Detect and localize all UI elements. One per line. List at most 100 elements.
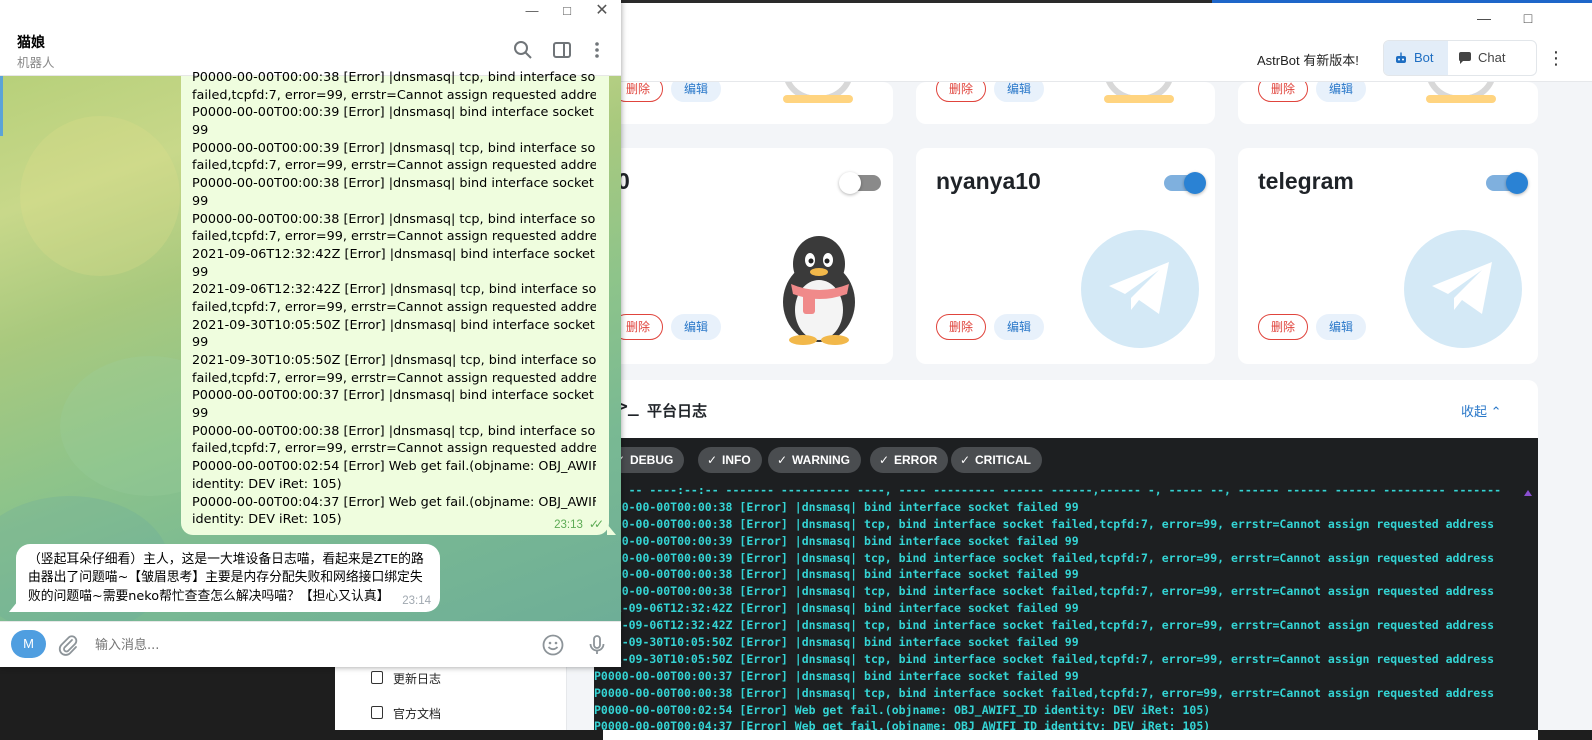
bot-card-top-2: 删除 编辑: [916, 82, 1215, 124]
message-line: P0000-00-00T00:00:38 [Error] |dnsmasq| t…: [192, 70, 596, 85]
telegram-logo-icon: [1404, 230, 1522, 348]
bot-name: telegram: [1258, 168, 1354, 194]
emoji-icon[interactable]: [541, 633, 565, 657]
message-text: （竖起耳朵仔细看）主人，这是一大堆设备日志喵，看起来是ZTE的路 由器出了问题喵~…: [28, 551, 430, 606]
tab-bot[interactable]: Bot: [1384, 41, 1448, 75]
filter-warning[interactable]: ✓ WARNING: [768, 447, 861, 473]
message-line: 2021-09-30T10:05:50Z [Error] |dnsmasq| t…: [192, 353, 596, 368]
log-line: 2021-09-06T12:32:42Z [Error] |dnsmasq| t…: [594, 618, 1495, 633]
bot-card-telegram: telegram 删除 编辑: [1238, 148, 1538, 364]
microphone-icon[interactable]: [585, 633, 609, 657]
penguin-feet: [1104, 95, 1174, 103]
penguin-feet: [783, 95, 853, 103]
sidebar-item-label: 更新日志: [393, 672, 442, 686]
telegram-titlebar: — □ ✕: [0, 0, 621, 24]
log-line: P0000-00-00T00:00:38 [Error] |dnsmasq| t…: [594, 584, 1495, 599]
message-line: failed,tcpfd:7, error=99, errstr=Cannot …: [192, 441, 596, 457]
log-line: 2021-09-30T10:05:50Z [Error] |dnsmasq| t…: [594, 651, 1495, 666]
maximize-icon[interactable]: □: [557, 2, 577, 20]
message-time: 23:13: [554, 519, 583, 531]
bot-enable-toggle[interactable]: [1486, 172, 1528, 194]
message-line: 99: [192, 335, 209, 351]
log-output: ---- -- ----:--:-- ------- ---------- --…: [594, 482, 1538, 730]
telegram-logo-icon: [1081, 230, 1199, 348]
message-line: 99: [192, 123, 209, 139]
chat-name: 猫娘: [17, 34, 45, 50]
message-input[interactable]: [95, 634, 515, 656]
sidebar-item-docs[interactable]: 官方文档: [371, 705, 441, 722]
check-icon: ✓: [707, 453, 718, 467]
message-line: P0000-00-00T00:04:37 [Error] Web get fai…: [192, 494, 596, 510]
sidebar-item-changelog[interactable]: 更新日志: [371, 670, 441, 687]
delete-button[interactable]: 删除: [936, 314, 986, 340]
message-line: failed,tcpfd:7, error=99, errstr=Cannot …: [192, 370, 596, 386]
more-vertical-icon[interactable]: [586, 39, 608, 61]
message-text: P0000-00-00T00:00:38 [Error] |dnsmasq| t…: [192, 69, 596, 529]
check-icon: ✓: [777, 453, 788, 467]
chat-bubble-icon: [1459, 52, 1471, 64]
minimize-icon[interactable]: —: [522, 2, 542, 20]
telegram-window: — □ ✕ 猫娘 机器人 P0000-00-00T00:00:38 [Error…: [0, 0, 621, 667]
incoming-message[interactable]: （竖起耳朵仔细看）主人，这是一大堆设备日志喵，看起来是ZTE的路 由器出了问题喵~…: [9, 544, 440, 612]
filter-error[interactable]: ✓ ERROR: [870, 447, 949, 473]
chat-status: 机器人: [17, 56, 55, 70]
bot-card-nyanya10: nyanya10 删除 编辑: [916, 148, 1215, 364]
log-line: P0000-00-00T00:00:39 [Error] |dnsmasq| b…: [594, 533, 1079, 548]
delete-button[interactable]: 删除: [1258, 314, 1308, 340]
edit-button[interactable]: 编辑: [1316, 82, 1366, 102]
message-line: failed,tcpfd:7, error=99, errstr=Cannot …: [192, 229, 596, 245]
log-line: P0000-00-00T00:00:38 [Error] |dnsmasq| b…: [594, 567, 1079, 582]
bot-card-top-3: 删除 编辑: [1238, 82, 1538, 124]
minimize-icon[interactable]: —: [1475, 10, 1493, 26]
message-line: 99: [192, 193, 209, 209]
close-icon[interactable]: ✕: [592, 2, 612, 20]
collapse-button[interactable]: 收起 ⌃: [1461, 401, 1502, 420]
bot-name: nyanya10: [936, 168, 1041, 194]
delete-button[interactable]: 删除: [1258, 82, 1308, 102]
filter-info[interactable]: ✓ INFO: [698, 447, 762, 473]
edit-button[interactable]: 编辑: [994, 314, 1044, 340]
log-panel-title: 平台日志: [647, 403, 708, 420]
message-time: 23:14: [402, 595, 431, 607]
log-line: 2021-09-30T10:05:50Z [Error] |dnsmasq| b…: [594, 635, 1079, 650]
message-line: P0000-00-00T00:00:38 [Error] |dnsmasq| t…: [192, 423, 596, 439]
message-line: （竖起耳朵仔细看）主人，这是一大堆设备日志喵，看起来是ZTE的路: [28, 552, 424, 567]
message-meta: 23:13 ✓✓: [554, 517, 604, 531]
bot-enable-toggle[interactable]: [839, 172, 881, 194]
edit-button[interactable]: 编辑: [994, 82, 1044, 102]
paperclip-icon[interactable]: [56, 633, 80, 657]
log-line: P0000-00-00T00:00:37 [Error] |dnsmasq| b…: [594, 668, 1079, 683]
message-line: P0000-00-00T00:00:39 [Error] |dnsmasq| t…: [192, 140, 596, 156]
avatar[interactable]: M: [11, 630, 46, 658]
message-line: P0000-00-00T00:00:39 [Error] |dnsmasq| b…: [192, 105, 596, 121]
changelog-icon: [371, 671, 383, 684]
bot-enable-toggle[interactable]: [1164, 172, 1206, 194]
log-line: P0000-00-00T00:00:38 [Error] |dnsmasq| t…: [594, 516, 1495, 531]
search-icon[interactable]: [512, 39, 534, 61]
message-line: failed,tcpfd:7, error=99, errstr=Cannot …: [192, 299, 596, 315]
check-icon: ✓: [960, 453, 971, 467]
maximize-icon[interactable]: □: [1519, 10, 1537, 26]
message-line: P0000-00-00T00:02:54 [Error] Web get fai…: [192, 459, 596, 475]
log-line: P0000-00-00T00:00:38 [Error] |dnsmasq| b…: [594, 499, 1079, 514]
outgoing-message[interactable]: P0000-00-00T00:00:38 [Error] |dnsmasq| t…: [181, 70, 616, 535]
log-line: P0000-00-00T00:04:37 [Error] Web get fai…: [594, 719, 1211, 730]
edit-button[interactable]: 编辑: [671, 314, 721, 340]
log-line: P0000-00-00T00:00:38 [Error] |dnsmasq| t…: [594, 685, 1495, 700]
message-line: 败的问题喵~需要neko帮忙查查怎么解决吗喵？【担心又认真】: [28, 588, 390, 604]
delete-button[interactable]: 删除: [936, 82, 986, 102]
edit-button[interactable]: 编辑: [671, 82, 721, 102]
sidebar: 更新日志 官方文档: [335, 666, 567, 730]
more-menu-icon[interactable]: ⋮: [1547, 48, 1565, 69]
filter-critical[interactable]: ✓ CRITICAL: [951, 447, 1042, 473]
message-line: failed,tcpfd:7, error=99, errstr=Cannot …: [192, 158, 596, 174]
log-line: 2021-09-06T12:32:42Z [Error] |dnsmasq| b…: [594, 601, 1079, 616]
tab-chat[interactable]: Chat: [1448, 41, 1536, 75]
message-line: 99: [192, 264, 209, 280]
message-line: P0000-00-00T00:00:38 [Error] |dnsmasq| b…: [192, 176, 596, 192]
edit-button[interactable]: 编辑: [1316, 314, 1366, 340]
sidebar-toggle-icon[interactable]: [551, 39, 573, 61]
docs-icon: [371, 706, 383, 719]
update-notice[interactable]: AstrBot 有新版本!: [1257, 50, 1359, 69]
message-line: P0000-00-00T00:00:38 [Error] |dnsmasq| t…: [192, 211, 596, 227]
